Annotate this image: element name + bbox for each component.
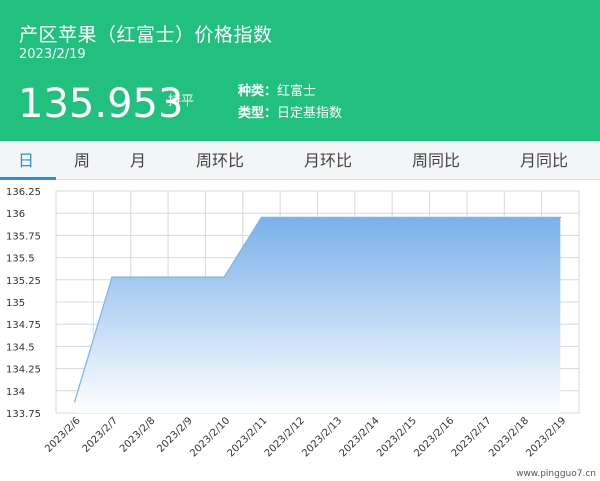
y-tick-label: 134 — [6, 387, 25, 398]
date-label: 2023/2/19 — [19, 47, 86, 62]
watermark: www.pingguo7.cn — [516, 469, 596, 479]
tab-day[interactable]: 日 — [6, 141, 46, 179]
tab-week-year-over-year[interactable]: 周同比 — [401, 141, 471, 179]
data-point — [522, 216, 524, 219]
meta-variety-key: 种类： — [238, 84, 278, 99]
tab-month-over-month[interactable]: 月环比 — [293, 141, 363, 179]
y-tick-label: 136 — [6, 209, 25, 220]
data-point — [484, 216, 487, 219]
data-point — [111, 276, 113, 278]
y-tick-label: 136.25 — [6, 187, 41, 198]
y-tick-label: 134.75 — [6, 320, 41, 331]
series-area — [74, 217, 561, 413]
period-tabs: 日 周 月 周环比 月环比 周同比 月同比 — [0, 141, 600, 180]
x-tick-label: 2023/2/8 — [118, 415, 158, 455]
price-value: 135.953 — [18, 81, 184, 127]
tab-month-year-over-year[interactable]: 月同比 — [509, 141, 579, 179]
meta-type-value: 日定基指数 — [277, 106, 343, 121]
y-tick-label: 134.5 — [6, 342, 35, 353]
data-point — [73, 400, 76, 403]
x-tick-label: 2023/2/19 — [524, 415, 568, 459]
y-tick-label: 135 — [6, 298, 25, 309]
data-point — [298, 216, 300, 219]
page-title: 产区苹果（红富士）价格指数 — [19, 24, 273, 46]
x-tick-label: 2023/2/6 — [43, 415, 83, 455]
data-point — [223, 276, 225, 278]
data-point — [372, 216, 375, 219]
y-tick-label: 135.5 — [6, 254, 35, 265]
data-point — [335, 216, 337, 219]
meta-type-key: 类型： — [238, 106, 278, 121]
header: 产区苹果（红富士）价格指数 2023/2/19 135.953 持平 种类：红富… — [0, 0, 600, 141]
data-point — [410, 216, 412, 219]
price-index-chart: 136.25 136 135.75 135.5 135.25 135 134.75 134.5… — [6, 187, 580, 459]
chart-area-layer — [73, 216, 562, 413]
data-point — [260, 216, 263, 219]
meta-variety: 种类：红富士 — [238, 80, 316, 99]
x-tick-label: 2023/2/9 — [155, 415, 195, 455]
trend-label: 持平 — [168, 94, 195, 109]
x-axis-ticks: 2023/2/62023/2/72023/2/82023/2/9 2023/2/1… — [43, 415, 568, 459]
data-point — [185, 276, 188, 278]
meta-type: 类型：日定基指数 — [238, 102, 342, 121]
y-tick-label: 134.25 — [6, 365, 41, 376]
x-tick-label: 2023/2/7 — [81, 415, 121, 455]
data-point — [447, 216, 450, 219]
tab-week[interactable]: 周 — [62, 141, 102, 179]
tab-week-over-week[interactable]: 周环比 — [185, 141, 255, 179]
data-point — [559, 216, 562, 219]
tab-month[interactable]: 月 — [118, 141, 158, 179]
meta-variety-value: 红富士 — [277, 84, 317, 99]
y-tick-label: 135.75 — [6, 231, 41, 242]
data-point — [148, 276, 151, 278]
y-axis-ticks: 136.25 136 135.75 135.5 135.25 135 134.75 134.5… — [6, 187, 41, 420]
y-tick-label: 133.75 — [6, 409, 41, 420]
y-tick-label: 135.25 — [6, 276, 41, 287]
